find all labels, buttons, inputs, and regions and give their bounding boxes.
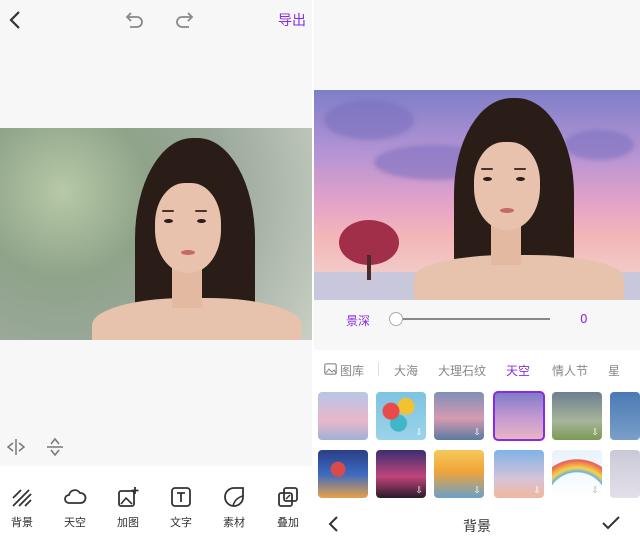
tool-sky[interactable]: 天空	[55, 486, 95, 530]
thumbnail[interactable]	[318, 392, 368, 440]
thumbnail[interactable]: ⇩	[434, 450, 484, 498]
tool-label: 文字	[170, 516, 192, 529]
thumbnail[interactable]: ⇩	[552, 450, 602, 498]
left-brow	[162, 210, 174, 212]
download-icon: ⇩	[473, 486, 481, 496]
download-icon: ⇩	[533, 486, 541, 496]
download-icon: ⇩	[415, 428, 423, 438]
confirm-check-icon[interactable]	[602, 516, 620, 530]
sky-icon	[64, 489, 87, 504]
download-icon: ⇩	[591, 428, 599, 438]
tool-label: 素材	[223, 516, 245, 529]
flip-vertical-icon[interactable]	[46, 437, 64, 457]
thumbnail-selected[interactable]	[493, 391, 545, 441]
tab-separator	[378, 362, 379, 376]
flip-horizontal-icon[interactable]	[6, 438, 26, 456]
face-shape	[155, 183, 221, 273]
thumbnail[interactable]: ⇩	[434, 392, 484, 440]
tool-label: 天空	[64, 516, 86, 529]
left-brow	[481, 168, 493, 170]
redo-icon[interactable]	[175, 12, 195, 30]
thumbnail[interactable]	[318, 450, 368, 498]
cloud-shape	[324, 100, 414, 140]
tool-sticker[interactable]: 素材	[214, 486, 254, 530]
depth-of-field-label: 景深	[346, 314, 371, 328]
right-brow	[514, 168, 526, 170]
face-shape	[474, 142, 540, 230]
back-icon[interactable]	[8, 10, 22, 30]
overlay-icon	[278, 487, 298, 507]
tree-trunk	[367, 255, 371, 280]
lips	[181, 250, 195, 255]
tab-star[interactable]: 星	[608, 362, 620, 379]
tool-label: 背景	[11, 516, 33, 529]
thumbnail[interactable]: ⇩	[552, 392, 602, 440]
thumbnail[interactable]: ⇩	[376, 450, 426, 498]
export-button[interactable]: 导出	[278, 10, 306, 30]
tool-text[interactable]: 文字	[161, 486, 201, 530]
tool-background[interactable]: 背景	[2, 486, 42, 530]
bottom-title: 背景	[463, 519, 491, 535]
tab-gallery[interactable]: 图库	[340, 362, 364, 379]
category-tabs: 图库 大海 大理石纹 天空 情人节 星	[314, 350, 640, 388]
download-icon: ⇩	[415, 486, 423, 496]
right-eye	[197, 219, 206, 223]
thumbnail[interactable]: ⇩	[494, 450, 544, 498]
tab-sea[interactable]: 大海	[394, 362, 418, 379]
tool-overlay[interactable]: 叠加	[268, 486, 308, 530]
text-icon	[171, 487, 191, 507]
right-brow	[195, 210, 207, 212]
thumbnail[interactable]: ⇩	[376, 392, 426, 440]
background-icon	[12, 489, 32, 507]
thumbnail[interactable]	[610, 392, 640, 440]
undo-icon[interactable]	[124, 12, 144, 30]
sticker-icon	[224, 487, 244, 507]
tool-bar: 背景 天空 加图 文字 素材 叠加	[0, 466, 312, 539]
bottom-bar: 背景	[314, 508, 640, 539]
background-thumbnail-grid: ⇩ ⇩ ⇩ ⇩ ⇩ ⇩ ⇩	[314, 388, 640, 508]
right-background-panel: 景深 0 图库 大海 大理石纹 天空 情人节 星 ⇩ ⇩ ⇩ ⇩ ⇩ ⇩ ⇩ 背…	[314, 0, 640, 539]
depth-slider-thumb[interactable]	[389, 312, 403, 326]
depth-slider-track[interactable]	[398, 318, 550, 320]
tab-marble[interactable]: 大理石纹	[438, 362, 486, 379]
add-image-icon	[118, 487, 139, 507]
photo-canvas[interactable]	[0, 128, 312, 340]
tab-valentine[interactable]: 情人节	[552, 362, 588, 379]
tool-label: 加图	[117, 516, 139, 529]
right-eye	[516, 177, 525, 181]
photo-preview[interactable]	[314, 90, 640, 300]
download-icon: ⇩	[473, 428, 481, 438]
depth-value: 0	[580, 312, 588, 326]
tab-sky[interactable]: 天空	[506, 362, 530, 379]
left-eye	[483, 177, 492, 181]
gallery-icon	[324, 363, 337, 375]
left-editor-panel: 导出 背景 天空 加图 文字 素材 叠加	[0, 0, 312, 539]
download-icon: ⇩	[591, 486, 599, 496]
thumbnail[interactable]	[610, 450, 640, 498]
left-eye	[164, 219, 173, 223]
cloud-shape	[564, 130, 634, 160]
tool-add-image[interactable]: 加图	[108, 486, 148, 530]
lips	[500, 208, 514, 213]
tool-label: 叠加	[277, 516, 299, 529]
